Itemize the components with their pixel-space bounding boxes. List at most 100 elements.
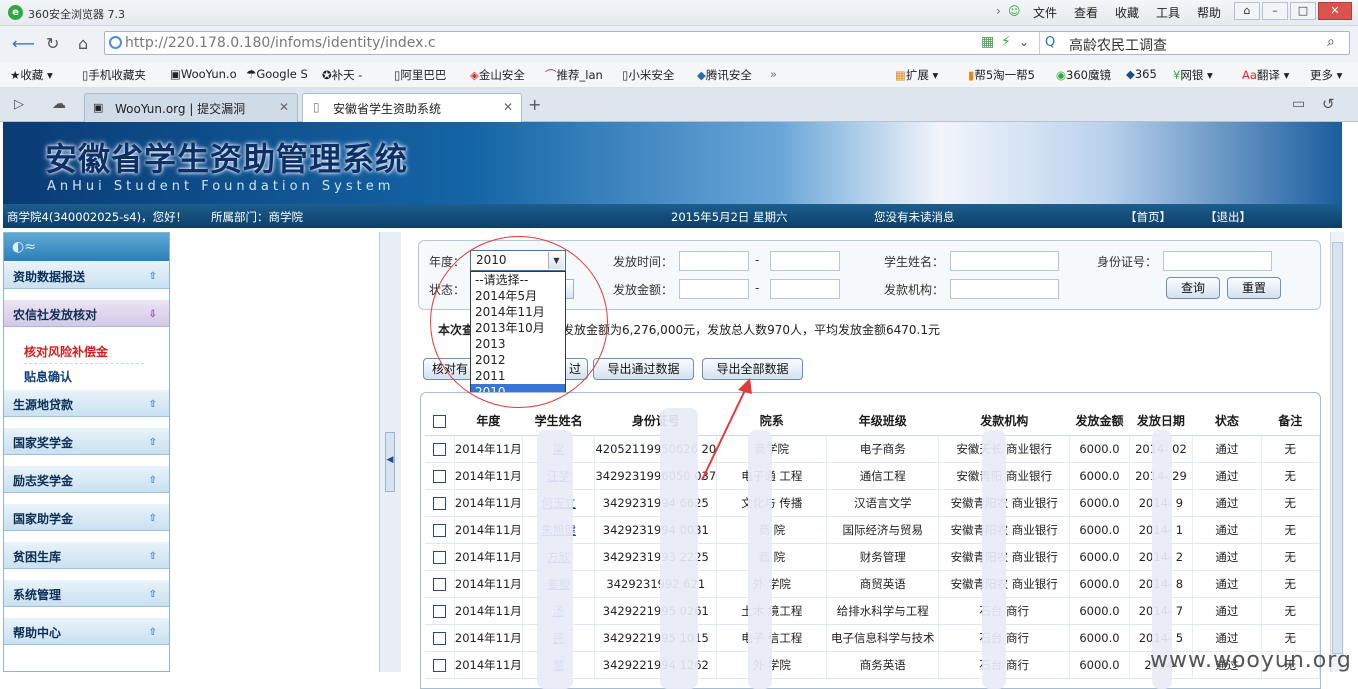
sidebar-item-funding-report[interactable]: 资助数据报送 ⇧ <box>4 261 169 289</box>
sidebar-item-national-scholarship[interactable]: 国家奖学金 ⇧ <box>4 427 169 455</box>
bookmark-recommend[interactable]: ⌒推荐_lan <box>545 67 603 83</box>
redaction-blur <box>982 430 1006 689</box>
col-class[interactable]: 年级班级 <box>826 407 939 436</box>
export-passed-button[interactable]: 导出通过数据 <box>593 358 694 380</box>
tab-close-icon[interactable]: ✕ <box>503 100 513 114</box>
bookmark-xiaomi[interactable]: ▯小米安全 <box>622 67 674 83</box>
bank-input[interactable] <box>950 279 1059 299</box>
cell-amount: 6000.0 <box>1069 489 1130 517</box>
minimize-button[interactable]: – <box>1262 2 1288 20</box>
sidebar-item-origin-loan[interactable]: 生源地贷款 ⇧ <box>4 389 169 417</box>
student-name-input[interactable] <box>950 251 1059 271</box>
logout-link[interactable]: 【退出】 <box>1205 209 1251 225</box>
qrcode-icon[interactable]: ▦ <box>981 34 994 50</box>
col-status[interactable]: 状态 <box>1192 407 1262 436</box>
chevron-down-icon: ⇩ <box>148 309 157 320</box>
subitem-risk-compensation[interactable]: 核对风险补偿金 <box>24 343 108 360</box>
message-status[interactable]: 您没有未读消息 <box>874 209 955 225</box>
lightning-icon[interactable]: ⚡ <box>1001 34 1011 50</box>
chevron-right-icon[interactable]: › <box>996 4 1001 18</box>
url-field[interactable]: http://220.178.0.180/infoms/identity/ind… <box>104 31 1350 55</box>
issue-time-end[interactable] <box>770 251 840 271</box>
ext-translate[interactable]: Aa翻译 ▾ <box>1242 67 1289 83</box>
back-icon[interactable]: ⟵ <box>12 34 35 53</box>
skin-button[interactable]: ⌂ <box>1234 2 1260 20</box>
bookmark-mobile[interactable]: ▯手机收藏夹 <box>82 67 146 83</box>
menu-favorites[interactable]: 收藏 <box>1115 4 1139 21</box>
col-year[interactable]: 年度 <box>454 407 523 436</box>
select-all-checkbox[interactable] <box>433 414 447 428</box>
collapse-handle[interactable]: ◀ <box>385 432 395 492</box>
subitem-interest-confirm[interactable]: 贴息确认 <box>24 368 72 385</box>
ext-bank[interactable]: ¥网银 ▾ <box>1173 67 1213 83</box>
search-engine-icon[interactable]: Q <box>1045 35 1055 50</box>
cloud-icon[interactable]: ☁ <box>52 96 66 112</box>
undo-close-icon[interactable]: ↺ <box>1322 95 1335 113</box>
query-button[interactable]: 查询 <box>1166 277 1220 299</box>
bookmark-alibaba[interactable]: ▯阿里巴巴 <box>394 67 446 83</box>
bookmark-kingsoft[interactable]: ◈金山安全 <box>470 67 525 83</box>
row-checkbox[interactable] <box>432 577 446 591</box>
row-checkbox[interactable] <box>432 604 446 618</box>
amount-max[interactable] <box>770 279 840 299</box>
row-checkbox[interactable] <box>432 658 446 672</box>
search-icon[interactable]: ⌕ <box>1327 34 1335 50</box>
row-checkbox[interactable] <box>432 469 446 483</box>
chevron-down-icon[interactable]: ⌄ <box>1019 35 1029 49</box>
bookmark-google[interactable]: ☂Google S <box>246 67 308 81</box>
extensions-button[interactable]: ▦扩展 ▾ <box>895 67 938 83</box>
tab-list-icon[interactable]: ▭ <box>1292 96 1305 112</box>
search-input[interactable]: 高龄农民工调查 <box>1069 35 1167 55</box>
sidebar-item-poor-students[interactable]: 贫困生库 ⇧ <box>4 541 169 569</box>
sidebar-toggle-icon[interactable]: ▷ <box>14 97 24 112</box>
page-scrollbar[interactable] <box>1330 232 1344 672</box>
id-number-input[interactable] <box>1163 251 1272 271</box>
menu-file[interactable]: 文件 <box>1033 4 1057 21</box>
ext-365[interactable]: ◆365 <box>1126 67 1157 81</box>
col-bank[interactable]: 发款机构 <box>938 407 1070 436</box>
sidebar-item-national-grant[interactable]: 国家助学金 ⇧ <box>4 503 169 531</box>
sidebar-item-rcc-verify[interactable]: 农信社发放核对 ⇩ <box>4 299 169 327</box>
cell-id-number: 3429231994 6625 <box>594 489 718 517</box>
bookmark-butian[interactable]: ✪补天 - <box>322 67 362 83</box>
amount-min[interactable] <box>679 279 749 299</box>
tab-close-icon[interactable]: ✕ <box>279 100 289 114</box>
menu-view[interactable]: 查看 <box>1074 4 1098 21</box>
user-icon[interactable]: ☺ <box>1008 4 1021 18</box>
tab-anhui[interactable]: ▯ 安徽省学生资助系统 ✕ <box>302 93 522 123</box>
tab-wooyun[interactable]: ▣ WooYun.org | 提交漏洞 ✕ <box>84 93 298 122</box>
menu-help[interactable]: 帮助 <box>1197 4 1221 21</box>
scrollbar-thumb[interactable] <box>1332 242 1343 654</box>
cell-status: 通过 <box>1192 570 1262 598</box>
reset-button[interactable]: 重置 <box>1227 277 1281 299</box>
bookmark-wooyun[interactable]: ▣WooYun.o <box>170 67 237 81</box>
row-checkbox[interactable] <box>432 523 446 537</box>
sidebar-item-help[interactable]: 帮助中心 ⇧ <box>4 617 169 645</box>
more-bookmarks-icon[interactable]: » <box>770 67 777 81</box>
issue-time-start[interactable] <box>679 251 749 271</box>
row-checkbox[interactable] <box>432 631 446 645</box>
chevron-up-icon: ⇧ <box>148 271 157 282</box>
sidebar-item-inspiration-scholarship[interactable]: 励志奖学金 ⇧ <box>4 465 169 493</box>
bookmark-tencent[interactable]: ◆腾讯安全 <box>697 67 752 83</box>
home-icon[interactable]: ⌂ <box>78 34 88 53</box>
col-amount[interactable]: 发放金额 <box>1069 407 1130 436</box>
row-checkbox[interactable] <box>432 496 446 510</box>
home-link[interactable]: 【首页】 <box>1125 209 1171 225</box>
row-checkbox[interactable] <box>432 442 446 456</box>
maximize-button[interactable]: □ <box>1290 2 1316 20</box>
row-checkbox-cell <box>425 597 455 625</box>
ext-360mirror[interactable]: ◉360魔镜 <box>1056 67 1111 83</box>
row-checkbox[interactable] <box>432 550 446 564</box>
new-tab-icon[interactable]: + <box>528 95 541 114</box>
col-remark[interactable]: 备注 <box>1261 407 1320 436</box>
menu-tools[interactable]: 工具 <box>1156 4 1180 21</box>
row-checkbox-cell <box>425 489 455 517</box>
sidebar-item-system-admin[interactable]: 系统管理 ⇧ <box>4 579 169 607</box>
refresh-icon[interactable]: ↻ <box>46 34 59 53</box>
ext-more[interactable]: 更多 ▾ <box>1310 67 1342 83</box>
ext-bang5[interactable]: ▮帮5淘一帮5 <box>968 67 1035 83</box>
close-button[interactable]: ✕ <box>1318 2 1352 20</box>
bookmark-favorites[interactable]: ★收藏 ▾ <box>10 67 53 83</box>
user-status-bar: 商学院4(340002025-s4)，您好！ 所属部门：商学院 2015年5月2… <box>3 204 1342 228</box>
